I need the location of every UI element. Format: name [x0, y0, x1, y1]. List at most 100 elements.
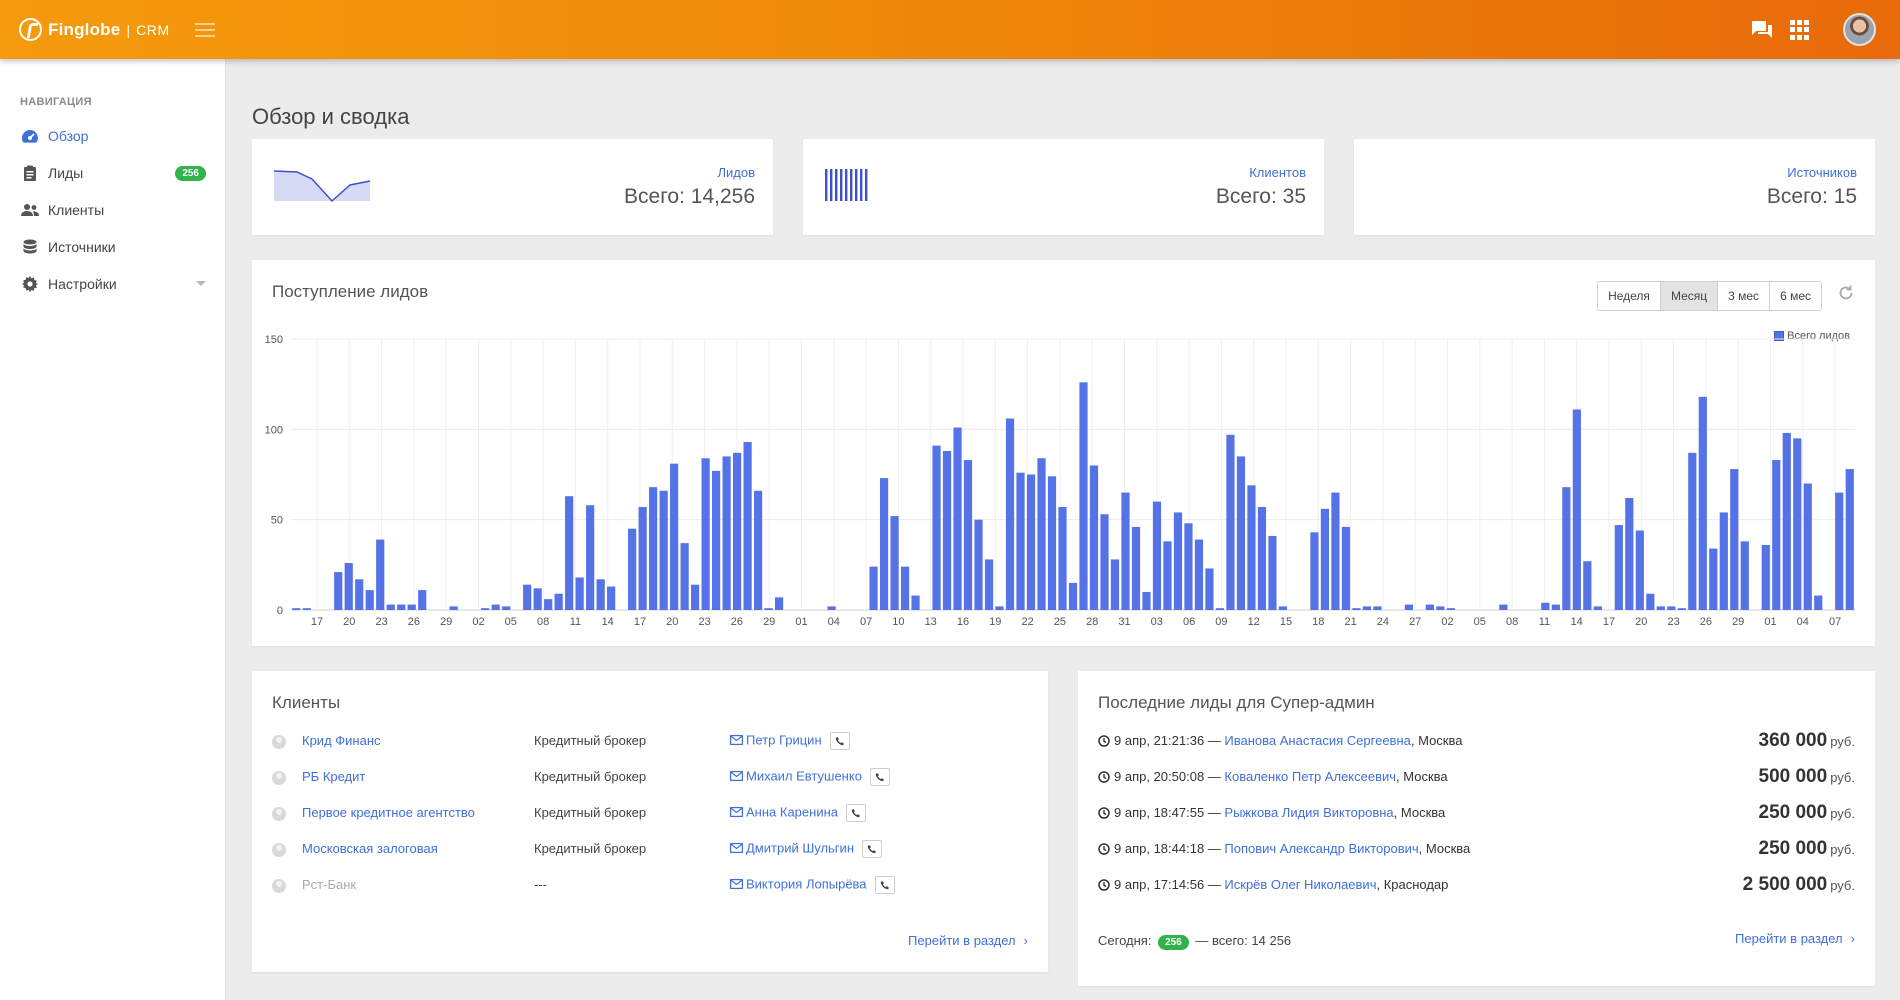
stat-label[interactable]: Лидов [717, 165, 755, 180]
person-icon [272, 735, 286, 749]
clock-icon [1098, 879, 1110, 894]
lead-name-link[interactable]: Иванова Анастасия Сергеевна [1224, 733, 1410, 748]
x-tick-label: 01 [795, 616, 807, 628]
phone-icon[interactable] [862, 840, 882, 858]
chart-bar [365, 590, 374, 610]
chart-bar [995, 606, 1004, 610]
x-tick-label: 28 [1086, 616, 1098, 628]
chart-bar [1782, 432, 1791, 610]
contact-email-link[interactable]: Анна Каренина [746, 804, 838, 819]
stat-label[interactable]: Клиентов [1249, 165, 1306, 180]
leads-sparkline [273, 170, 371, 203]
chart-bar [1194, 539, 1204, 610]
apps-grid-icon[interactable] [1788, 18, 1812, 42]
dashboard-icon [20, 126, 40, 146]
chart-bar [1047, 476, 1057, 610]
lead-name-link[interactable]: Искрёв Олег Николаевич [1224, 877, 1376, 892]
chart-bar [754, 490, 763, 610]
sidebar-item-sources[interactable]: Источники [0, 232, 226, 262]
chart-bar [1121, 492, 1130, 610]
chart-bar [292, 608, 301, 610]
chart-bar [1320, 508, 1330, 610]
client-name-link[interactable]: Московская залоговая [302, 841, 438, 856]
chart-bar [1740, 541, 1749, 610]
chart-bar [1184, 523, 1193, 610]
x-tick-label: 05 [505, 616, 517, 628]
amount-value: 500 000 [1758, 766, 1828, 787]
chart-bar [1257, 507, 1267, 610]
sidebar-item-label: Обзор [48, 128, 89, 144]
x-tick-label: 23 [1667, 616, 1679, 628]
x-tick-label: 20 [1635, 616, 1647, 628]
chart-bar [355, 579, 364, 610]
chart-bar [1719, 512, 1728, 610]
client-name-link[interactable]: Рст-Банк [302, 877, 356, 892]
chart-bar [1551, 604, 1560, 610]
lead-name-link[interactable]: Попович Александр Викторович [1224, 841, 1418, 856]
chat-icon[interactable] [1750, 18, 1774, 42]
contact-email-link[interactable]: Михаил Евтушенко [746, 768, 862, 783]
lead-city: , Москва [1410, 733, 1463, 748]
y-tick-label: 150 [265, 334, 283, 346]
goto-label: Перейти в раздел [1735, 931, 1843, 946]
sidebar-item-clients[interactable]: Клиенты [0, 195, 226, 225]
mail-icon [730, 877, 744, 892]
brand-logo[interactable]: Finglobe | CRM [19, 18, 170, 41]
contact-email-link[interactable]: Петр Грицин [746, 732, 822, 747]
chart-bar [1352, 608, 1361, 610]
clients-bars-sparkline [825, 169, 868, 201]
sidebar-item-settings[interactable]: Настройки [0, 269, 226, 299]
leads-goto-link[interactable]: Перейти в раздел › [1735, 931, 1855, 946]
chart-bar [659, 490, 668, 610]
menu-toggle-icon[interactable] [195, 23, 215, 41]
lead-amount: 250 000 руб. [1759, 838, 1855, 860]
amount-value: 250 000 [1758, 802, 1828, 823]
x-tick-label: 25 [1054, 616, 1066, 628]
chart-bar [628, 528, 637, 610]
sidebar-item-leads[interactable]: Лиды 256 [0, 158, 226, 188]
today-summary: Сегодня: 256 — всего: 14 256 [1098, 933, 1291, 950]
contact-email-link[interactable]: Дмитрий Шульгин [746, 840, 854, 855]
chart-bar [1593, 606, 1602, 610]
phone-icon[interactable] [869, 768, 890, 786]
clients-goto-link[interactable]: Перейти в раздел › [908, 933, 1028, 948]
x-tick-label: 20 [343, 616, 355, 628]
client-name-link[interactable]: РБ Кредит [302, 769, 365, 784]
user-avatar[interactable] [1843, 13, 1876, 46]
lead-time: 9 апр, 20:50:08 — [1114, 769, 1221, 784]
chart-bar [1425, 604, 1434, 610]
stat-label[interactable]: Источников [1787, 165, 1857, 180]
x-tick-label: 23 [375, 616, 387, 628]
chart-bar [334, 572, 343, 610]
client-type: Кредитный брокер [534, 733, 647, 748]
chart-bar [775, 597, 784, 610]
client-type: Кредитный брокер [534, 841, 647, 856]
chart-bar [932, 445, 941, 610]
phone-icon[interactable] [829, 732, 850, 750]
x-tick-label: 27 [1409, 616, 1421, 628]
phone-icon[interactable] [845, 804, 866, 822]
top-header: Finglobe | CRM [0, 0, 1900, 59]
chart-bar [1310, 532, 1319, 610]
chart-bar [533, 588, 542, 610]
chart-bar [670, 463, 679, 610]
page-title: Обзор и сводка [252, 104, 410, 129]
y-tick-label: 50 [271, 515, 283, 527]
chart-bar [1110, 559, 1120, 610]
lead-name-link[interactable]: Рыжкова Лидия Викторовна [1224, 805, 1393, 820]
client-name-link[interactable]: Крид Финанс [302, 733, 381, 748]
chart-bar [1068, 582, 1078, 610]
chart-bar [1142, 591, 1151, 610]
phone-icon[interactable] [874, 876, 895, 894]
chart-bar [491, 604, 500, 610]
amount-value: 250 000 [1758, 838, 1828, 859]
contact-email-link[interactable]: Виктория Лопырёва [746, 876, 867, 891]
client-name-link[interactable]: Первое кредитное агентство [302, 805, 475, 820]
x-tick-label: 23 [698, 616, 710, 628]
chart-bar [869, 566, 878, 610]
lead-city: , Краснодар [1376, 877, 1449, 892]
chart-bar [1635, 530, 1644, 610]
chart-bar [743, 441, 752, 610]
sidebar-item-overview[interactable]: Обзор [0, 121, 226, 151]
lead-name-link[interactable]: Коваленко Петр Алексеевич [1224, 769, 1396, 784]
